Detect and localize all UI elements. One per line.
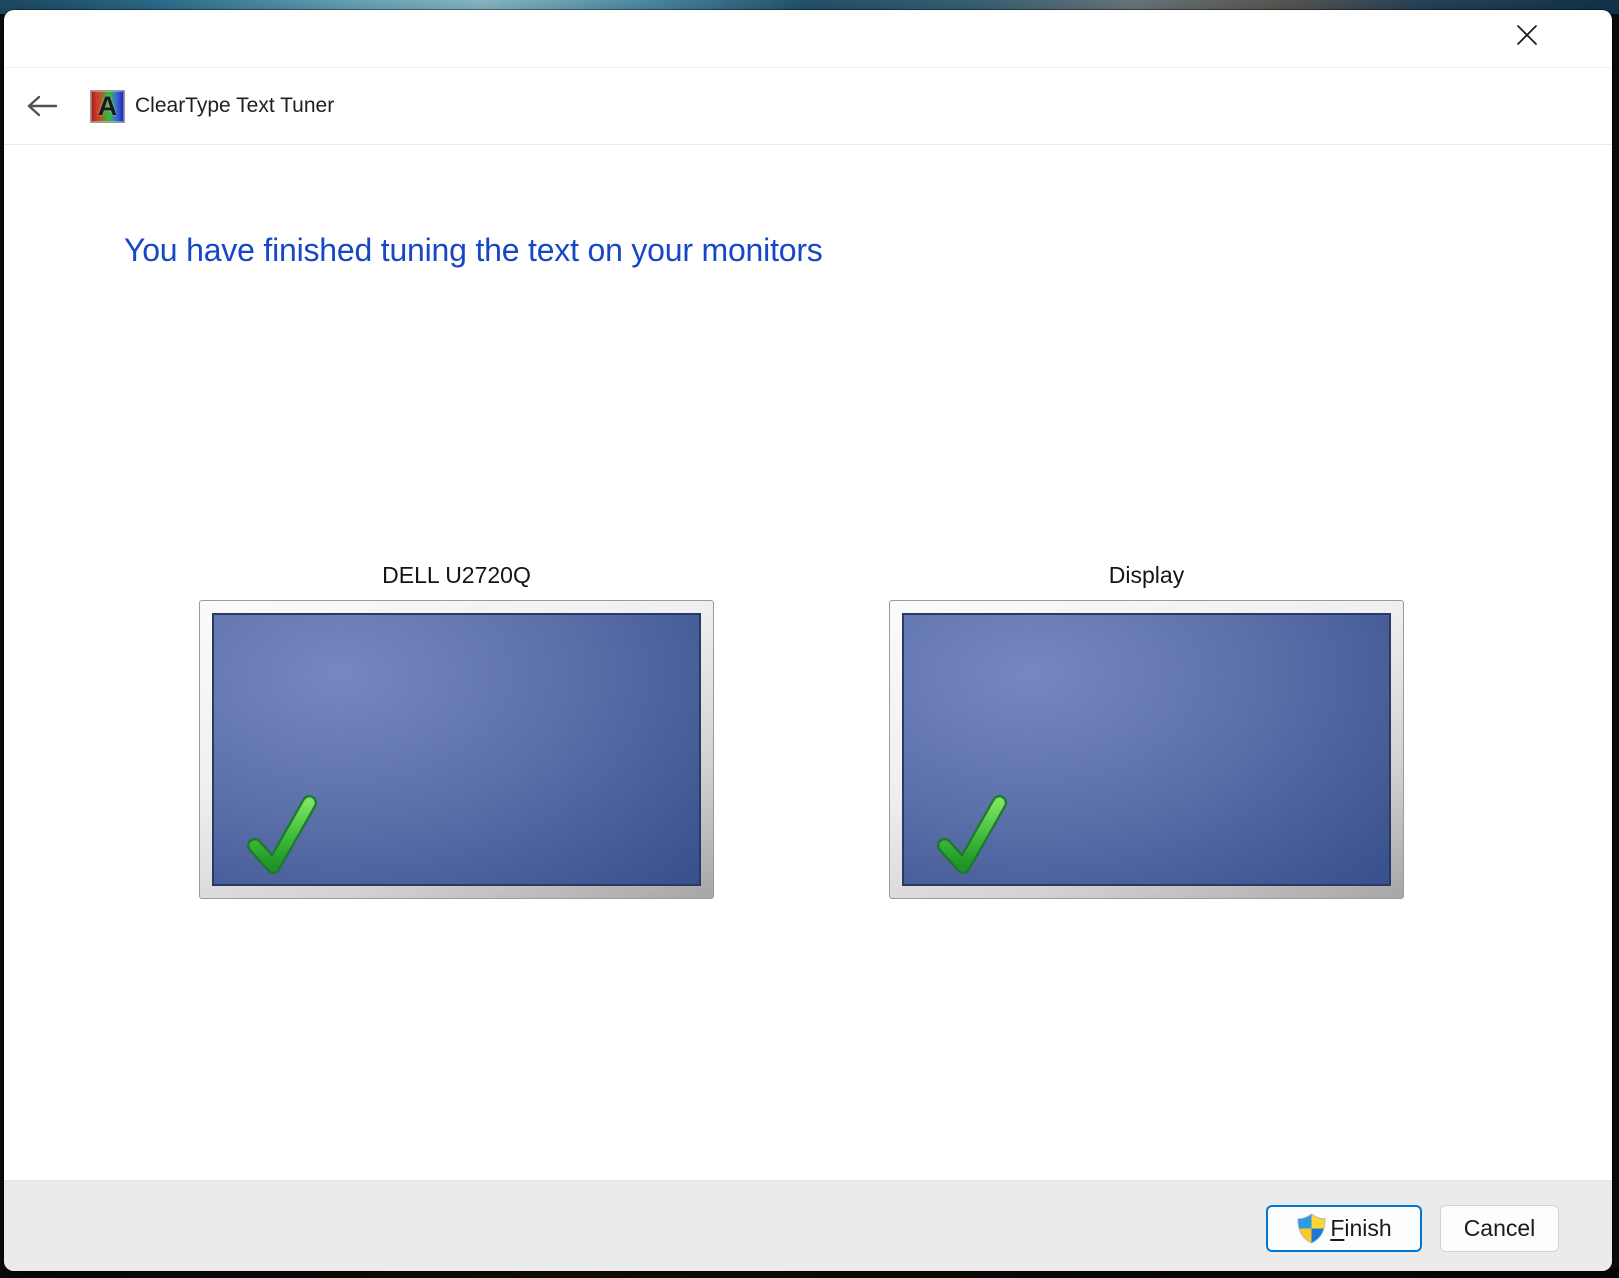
check-icon: [244, 790, 322, 878]
monitor-label-display: Display: [889, 560, 1404, 590]
close-icon: [1514, 22, 1540, 48]
monitor-screen-display: [902, 613, 1391, 886]
uac-shield-icon: [1296, 1213, 1327, 1244]
close-button[interactable]: [1504, 14, 1550, 56]
monitor-group-dell: DELL U2720Q: [199, 560, 714, 899]
cancel-button[interactable]: Cancel: [1440, 1205, 1559, 1252]
finish-button-label: Finish: [1330, 1215, 1391, 1242]
back-button[interactable]: [24, 88, 60, 124]
wizard-content: You have finished tuning the text on you…: [4, 146, 1612, 1180]
cleartype-app-icon-letter: A: [98, 93, 118, 120]
page-title: ClearType Text Tuner: [135, 94, 334, 118]
monitor-preview-display: [889, 600, 1404, 899]
monitor-screen-dell: [212, 613, 701, 886]
monitor-preview-dell: [199, 600, 714, 899]
cleartype-tuner-window: A ClearType Text Tuner You have finished…: [4, 10, 1612, 1271]
finish-button[interactable]: Finish: [1266, 1205, 1422, 1252]
titlebar: [4, 10, 1612, 68]
cleartype-app-icon: A: [90, 90, 125, 123]
monitor-label-dell: DELL U2720Q: [199, 560, 714, 590]
cancel-button-label: Cancel: [1464, 1215, 1536, 1242]
footer-bar: Finish Cancel: [4, 1180, 1612, 1271]
wizard-heading: You have finished tuning the text on you…: [124, 232, 823, 269]
header: A ClearType Text Tuner: [4, 68, 1612, 145]
back-arrow-icon: [26, 94, 58, 118]
check-icon: [934, 790, 1012, 878]
monitor-group-display: Display: [889, 560, 1404, 899]
